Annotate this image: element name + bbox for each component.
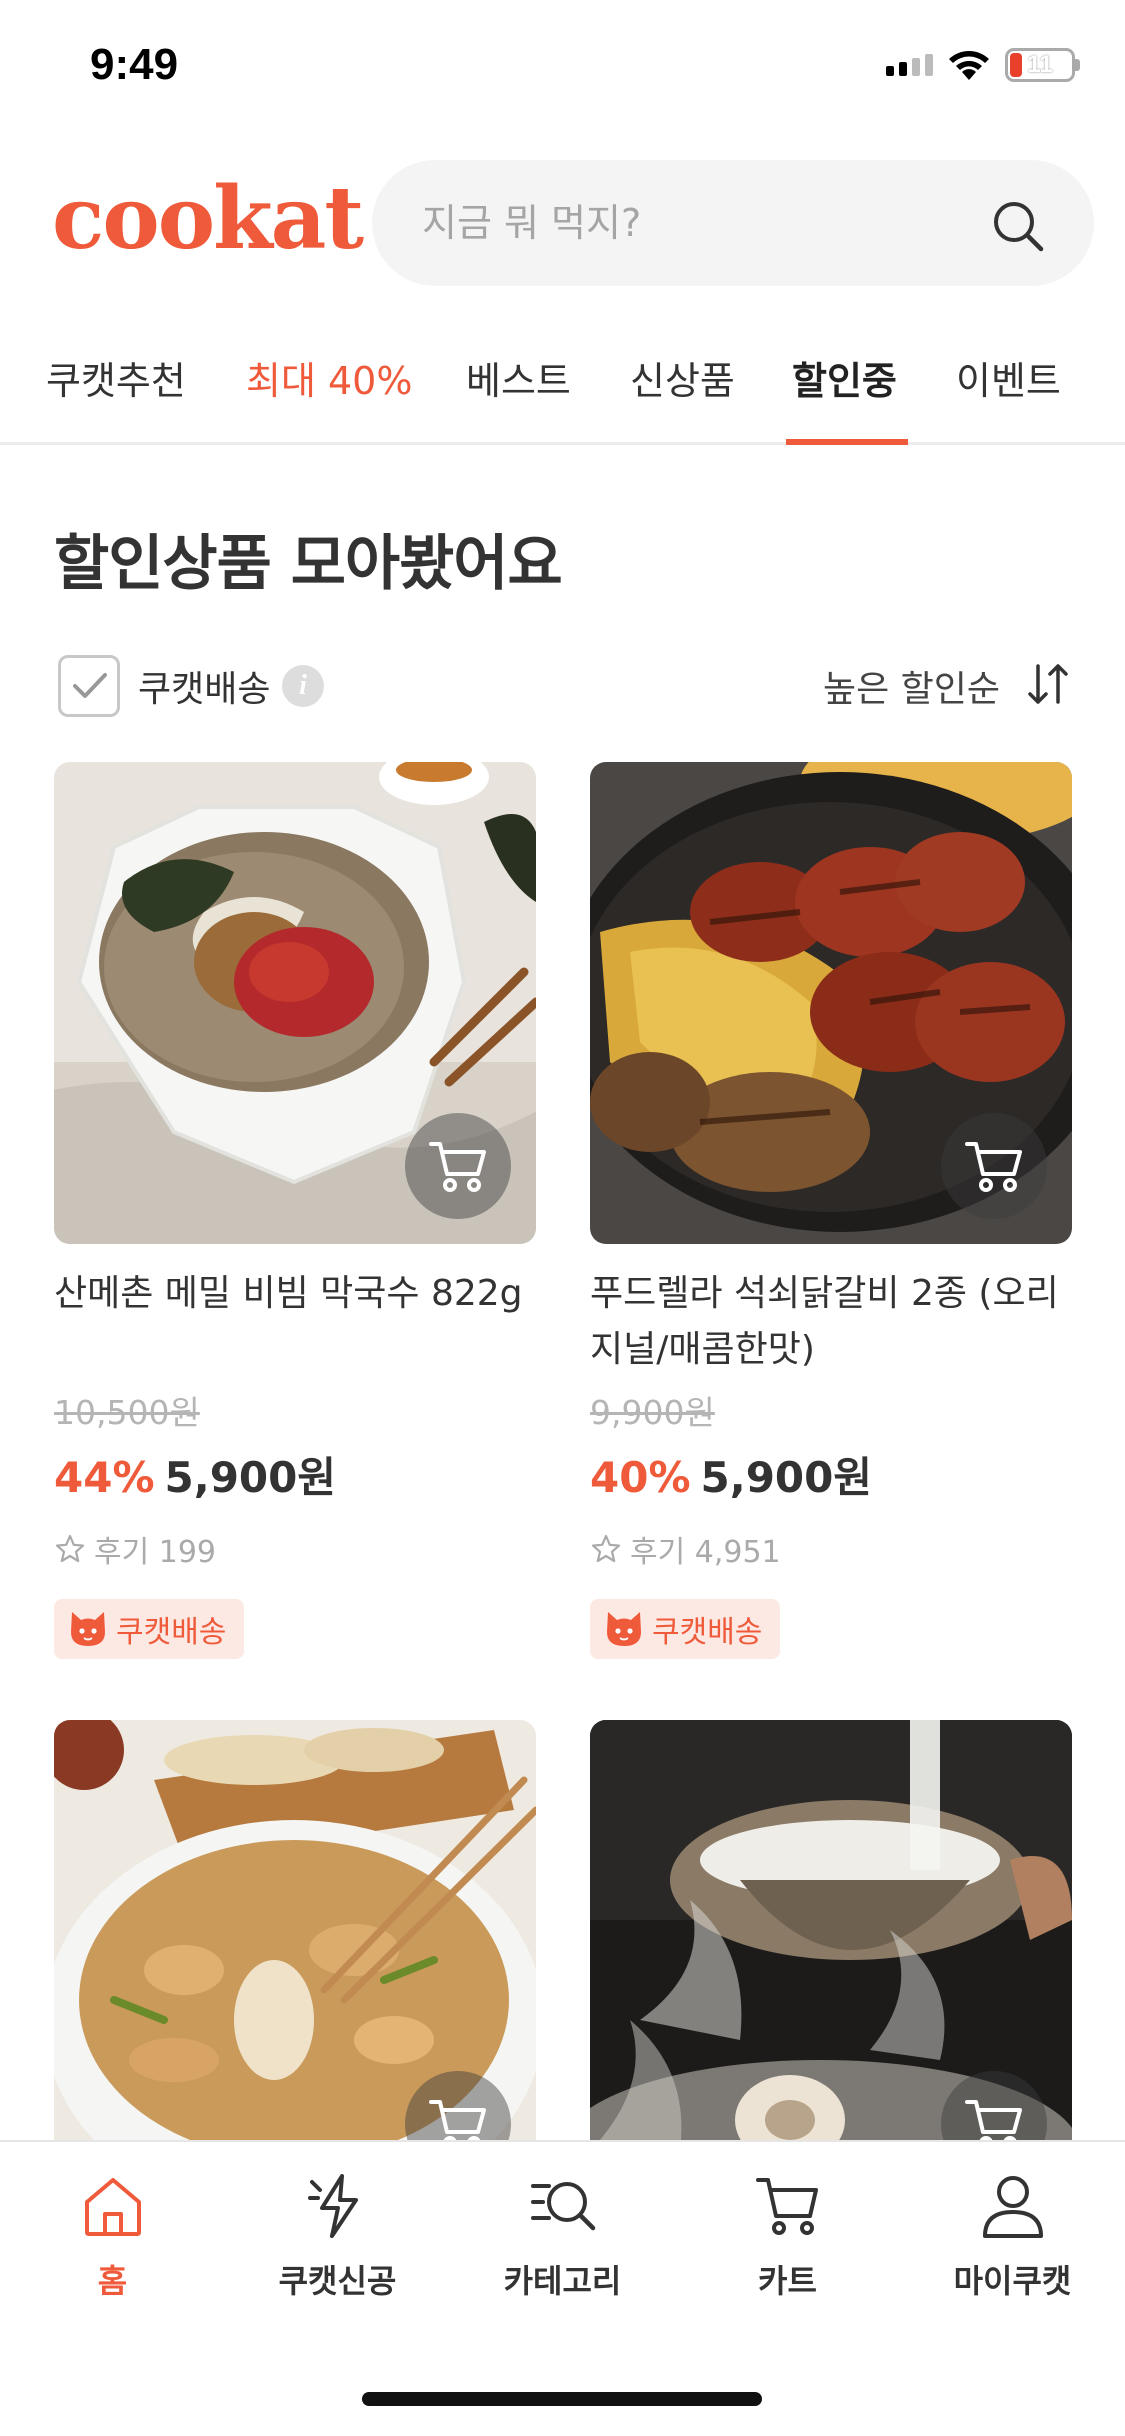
- tab-on-sale[interactable]: 할인중: [792, 350, 897, 405]
- status-bar: 9:49 11: [0, 0, 1125, 135]
- star-icon: [591, 1534, 621, 1563]
- nav-label: 쿠캣신공: [278, 2262, 397, 2300]
- discount-rate: 40%: [590, 1453, 691, 1502]
- sale-price: 5,900원: [700, 1453, 873, 1502]
- price-row: 44% 5,900원: [54, 1444, 536, 1505]
- nav-home[interactable]: 홈: [0, 2170, 225, 2302]
- search-input[interactable]: [422, 160, 982, 286]
- product-image[interactable]: [54, 1720, 536, 2202]
- product-image[interactable]: [590, 1720, 1072, 2202]
- status-time: 9:49: [90, 40, 179, 89]
- search-icon[interactable]: [990, 198, 1046, 254]
- sort-icon[interactable]: [1026, 662, 1070, 706]
- cat-icon: [607, 1612, 641, 1646]
- nav-label: 마이쿠캣: [953, 2262, 1072, 2300]
- star-icon: [55, 1534, 85, 1563]
- nav-label: 카트: [758, 2262, 817, 2300]
- tab-best[interactable]: 베스트: [466, 350, 571, 405]
- user-icon: [982, 2176, 1043, 2238]
- home-indicator[interactable]: [362, 2392, 762, 2406]
- add-to-cart-button[interactable]: [405, 1113, 511, 1219]
- product-name[interactable]: 산메촌 메밀 비빔 막국수 822g: [54, 1266, 536, 1378]
- delivery-badge-label: 쿠캣배송: [652, 1615, 763, 1650]
- info-icon[interactable]: i: [282, 665, 324, 707]
- cat-icon: [71, 1612, 105, 1646]
- category-tabs: 쿠캣추천 최대 40% 베스트 신상품 할인중 이벤트: [0, 330, 1125, 445]
- active-tab-indicator: [786, 439, 908, 445]
- nav-cookat-singong[interactable]: 쿠캣신공: [225, 2170, 450, 2302]
- status-icons: 11: [886, 48, 1080, 82]
- product-name[interactable]: 푸드렐라 석쇠닭갈비 2종 (오리지널/매콤한맛): [590, 1266, 1072, 1378]
- page-title: 할인상품 모아봤어요: [54, 529, 563, 599]
- original-price: 10,500원: [54, 1393, 200, 1432]
- battery-level: 11: [1027, 51, 1053, 78]
- sort-label[interactable]: 높은 할인순: [823, 660, 1000, 712]
- original-price: 9,900원: [590, 1393, 715, 1432]
- tab-max-discount[interactable]: 최대 40%: [246, 350, 412, 405]
- review-count: 후기 4,951: [630, 1535, 781, 1570]
- product-card[interactable]: 산메촌 메밀 비빔 막국수 822g 10,500원 44% 5,900원 후기 …: [54, 762, 536, 1659]
- header: cookat: [0, 150, 1125, 286]
- lightning-icon: [307, 2174, 358, 2238]
- filter-label[interactable]: 쿠캣배송: [138, 660, 270, 712]
- product-card[interactable]: 푸드렐라 석쇠닭갈비 2종 (오리지널/매콤한맛) 9,900원 40% 5,90…: [590, 762, 1072, 1659]
- battery-icon: 11: [1005, 48, 1075, 82]
- cart-icon: [965, 1142, 1022, 1192]
- tab-event[interactable]: 이벤트: [956, 350, 1061, 405]
- review-row: 후기 199: [54, 1527, 536, 1571]
- price-row: 40% 5,900원: [590, 1444, 1072, 1505]
- nav-label: 홈: [97, 2262, 128, 2300]
- cookat-delivery-checkbox[interactable]: [58, 655, 120, 717]
- nav-label: 카테고리: [503, 2262, 622, 2300]
- search-bar[interactable]: [372, 160, 1094, 286]
- review-count: 후기 199: [94, 1535, 216, 1570]
- product-image[interactable]: [54, 762, 536, 1244]
- sale-price: 5,900원: [164, 1453, 337, 1502]
- add-to-cart-button[interactable]: [941, 1113, 1047, 1219]
- product-card[interactable]: [590, 1720, 1072, 2202]
- cookat-logo[interactable]: cookat: [52, 168, 364, 269]
- check-icon: [73, 673, 107, 698]
- cart-icon: [429, 1142, 486, 1192]
- filter-row: 쿠캣배송 i 높은 할인순: [0, 650, 1125, 720]
- delivery-badge: 쿠캣배송: [590, 1599, 781, 1659]
- category-search-icon: [530, 2182, 595, 2231]
- nav-category[interactable]: 카테고리: [450, 2170, 675, 2302]
- home-icon: [84, 2178, 141, 2236]
- discount-rate: 44%: [54, 1453, 155, 1502]
- review-row: 후기 4,951: [590, 1527, 1072, 1571]
- delivery-badge-label: 쿠캣배송: [116, 1615, 227, 1650]
- tab-recommend[interactable]: 쿠캣추천: [46, 350, 186, 405]
- delivery-badge: 쿠캣배송: [54, 1599, 245, 1659]
- product-card[interactable]: [54, 1720, 536, 2202]
- cellular-signal-icon: [886, 54, 933, 76]
- nav-cart[interactable]: 카트: [675, 2170, 900, 2302]
- product-image[interactable]: [590, 762, 1072, 1244]
- tab-new[interactable]: 신상품: [630, 350, 735, 405]
- wifi-icon: [949, 51, 989, 80]
- cart-icon: [755, 2178, 818, 2235]
- nav-my-cookat[interactable]: 마이쿠캣: [900, 2170, 1125, 2302]
